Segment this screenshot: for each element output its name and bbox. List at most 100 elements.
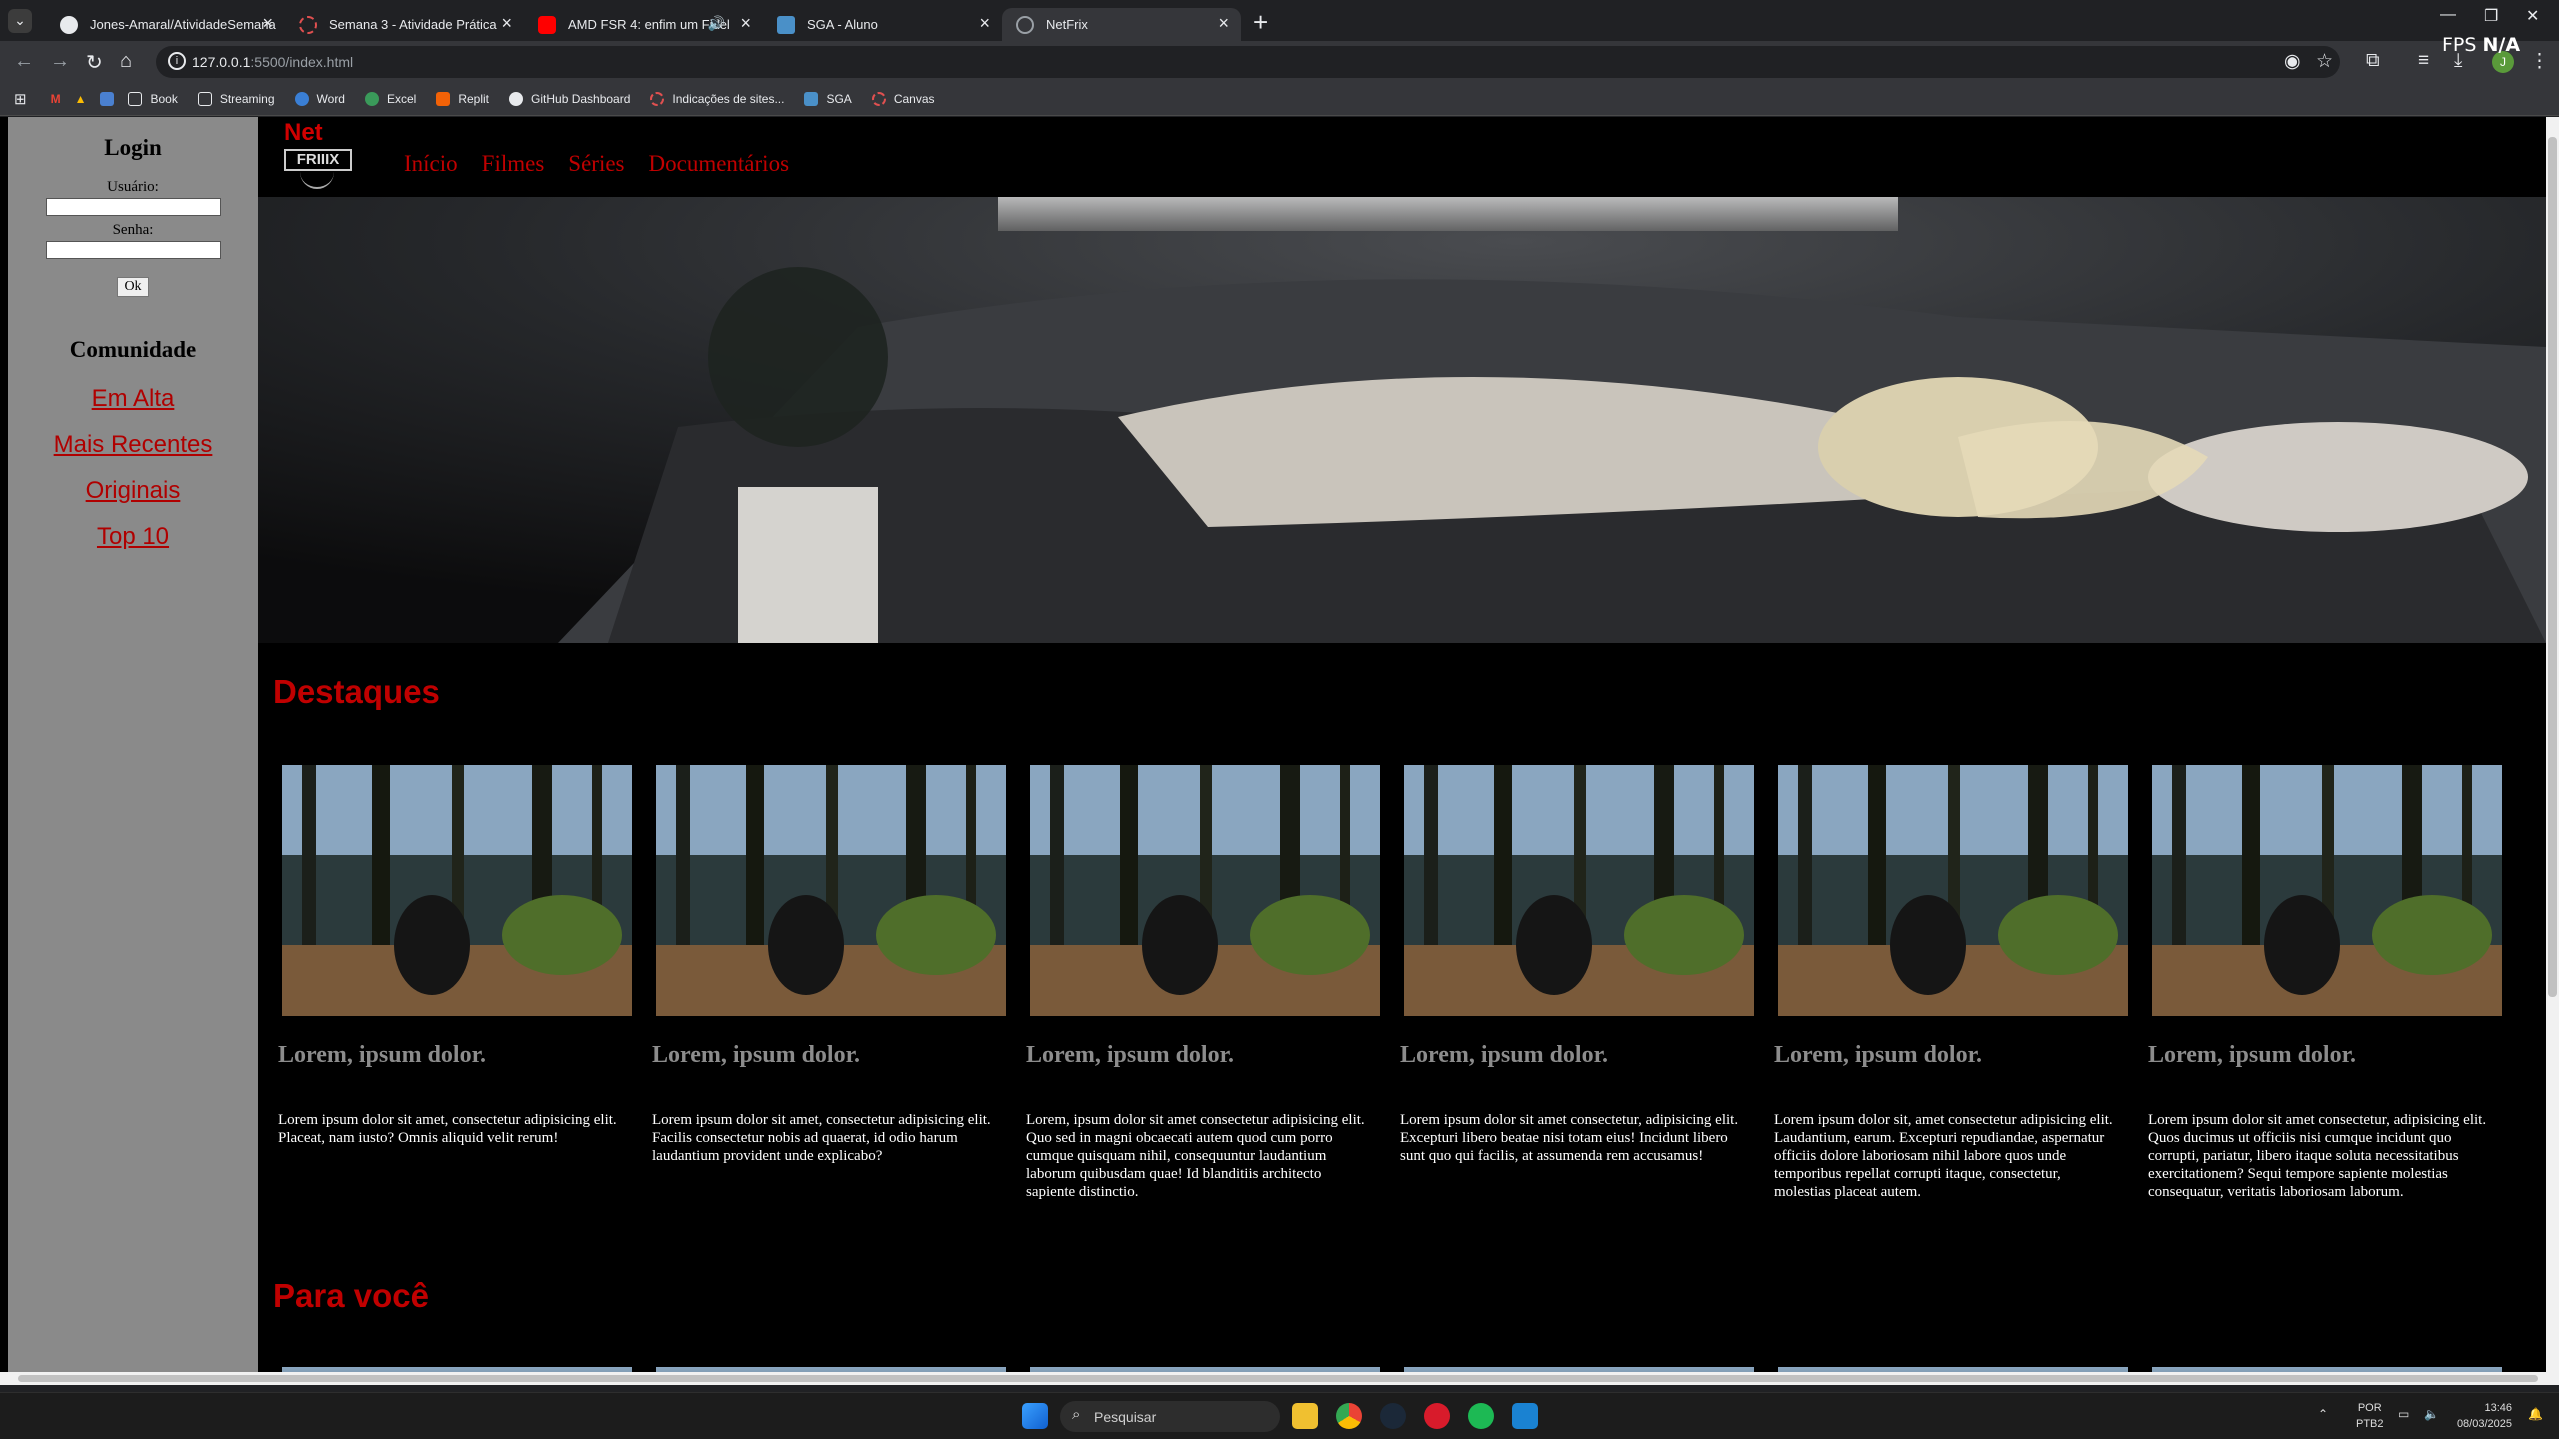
movie-card[interactable]: Lorem, ipsum dolor. Lorem ipsum dolor si… — [2148, 765, 2502, 1201]
movie-thumbnail[interactable] — [2152, 765, 2502, 1016]
community-link-em-alta[interactable]: Em Alta — [8, 385, 258, 413]
login-ok-button[interactable]: Ok — [117, 277, 149, 297]
bookmark-label: Excel — [386, 92, 417, 106]
bookmark-excel[interactable]: Excel — [364, 92, 417, 106]
community-link-top-10[interactable]: Top 10 — [8, 523, 258, 551]
close-window-icon[interactable]: ✕ — [2526, 6, 2539, 26]
movie-thumbnail[interactable] — [1778, 765, 2128, 1016]
community-link-mais-recentes[interactable]: Mais Recentes — [8, 431, 258, 459]
horizontal-scrollbar[interactable] — [0, 1372, 2559, 1385]
bookmark-github[interactable]: GitHub Dashboard — [509, 92, 630, 106]
site-info-icon[interactable]: i — [168, 52, 186, 70]
close-tab-icon[interactable]: × — [979, 13, 990, 34]
folder-icon — [128, 92, 143, 106]
nav-filmes[interactable]: Filmes — [482, 151, 545, 177]
taskbar-search[interactable]: ⌕ Pesquisar — [1060, 1401, 1280, 1432]
movie-thumbnail[interactable] — [282, 765, 632, 1016]
movie-card[interactable]: Lorem, ipsum dolor. Lorem ipsum dolor si… — [278, 765, 632, 1201]
minimize-icon[interactable]: — — [2440, 6, 2456, 24]
community-link-originais[interactable]: Originais — [8, 477, 258, 505]
nav-documentarios[interactable]: Documentários — [649, 151, 790, 177]
reload-icon[interactable]: ↻ — [86, 50, 103, 75]
media-icon[interactable]: ≡ — [2418, 50, 2429, 72]
nav-series[interactable]: Séries — [568, 151, 624, 177]
movie-card[interactable]: Lorem, ipsum dolor. Lorem ipsum dolor si… — [1774, 765, 2128, 1201]
extensions-icon[interactable]: ⧉ — [2366, 50, 2380, 72]
card-title: Lorem, ipsum dolor. — [1774, 1042, 1983, 1068]
new-tab-button[interactable]: + — [1253, 7, 1268, 38]
tab-search-button[interactable]: ⌄ — [8, 8, 32, 33]
browser-tab[interactable]: SGA - Aluno × — [763, 8, 1002, 41]
steam-icon[interactable] — [1380, 1403, 1406, 1429]
sga-icon — [777, 16, 795, 34]
address-path: :5500/index.html — [250, 54, 354, 70]
nav-inicio[interactable]: Início — [404, 151, 458, 177]
bookmark-streaming[interactable]: Streaming — [197, 92, 275, 106]
close-tab-icon[interactable]: × — [262, 13, 273, 34]
close-tab-icon[interactable]: × — [740, 13, 751, 34]
browser-tab[interactable]: Semana 3 - Atividade Prática × — [285, 8, 524, 41]
menu-icon[interactable]: ⋮ — [2530, 50, 2549, 73]
close-tab-icon[interactable]: × — [501, 13, 512, 34]
section-title-destaques: Destaques — [273, 673, 440, 710]
speaker-icon[interactable]: 🔊 — [708, 15, 725, 32]
file-explorer-icon[interactable] — [1292, 1403, 1318, 1429]
chevron-up-icon[interactable]: ⌃ — [2318, 1407, 2328, 1421]
app-red-icon[interactable] — [1424, 1403, 1450, 1429]
movie-thumbnail[interactable] — [1404, 765, 1754, 1016]
loading-icon — [299, 16, 317, 34]
bookmark-star-icon[interactable]: ☆ — [2316, 50, 2333, 73]
fps-overlay: FPS N/A — [2442, 34, 2520, 56]
network-icon[interactable]: ▭ — [2398, 1407, 2409, 1421]
vertical-scrollbar[interactable] — [2546, 117, 2559, 1372]
spotify-icon[interactable] — [1468, 1403, 1494, 1429]
restore-icon[interactable]: ❐ — [2484, 6, 2498, 26]
windows-start-icon[interactable] — [1022, 1403, 1048, 1429]
clock-time: 13:46 — [2484, 1402, 2512, 1414]
volume-icon[interactable]: 🔈 — [2424, 1407, 2439, 1421]
browser-tab[interactable]: Jones-Amaral/AtividadeSemana × — [46, 8, 285, 41]
gmail-icon[interactable]: M — [51, 92, 61, 106]
bookmark-replit[interactable]: Replit — [436, 92, 489, 106]
back-icon[interactable]: ← — [14, 50, 34, 73]
bookmark-word[interactable]: Word — [294, 92, 345, 106]
apps-icon[interactable]: ⊞ — [14, 90, 27, 108]
home-icon[interactable]: ⌂ — [120, 50, 132, 73]
photos-icon[interactable] — [100, 92, 115, 106]
username-input[interactable] — [45, 198, 221, 216]
forward-icon[interactable]: → — [50, 50, 70, 73]
taskbar-search-placeholder: Pesquisar — [1094, 1408, 1157, 1425]
notification-icon[interactable]: 🔔 — [2528, 1407, 2543, 1421]
bookmark-sga[interactable]: SGA — [804, 92, 852, 106]
scrollbar-thumb[interactable] — [2548, 137, 2557, 997]
clock[interactable]: 13:46 08/03/2025 — [2452, 1400, 2512, 1432]
search-icon: ⌕ — [1072, 1406, 1081, 1423]
scrollbar-thumb[interactable] — [18, 1375, 2538, 1382]
movie-card[interactable]: Lorem, ipsum dolor. Lorem ipsum dolor si… — [1400, 765, 1754, 1201]
movie-thumbnail[interactable] — [656, 765, 1006, 1016]
tab-title: AMD FSR 4: enfim um Fidel — [568, 17, 730, 32]
eye-icon[interactable]: ◉ — [2284, 50, 2301, 73]
password-input[interactable] — [45, 241, 221, 259]
drive-icon[interactable]: ▲ — [75, 92, 87, 106]
browser-tab-active[interactable]: NetFrix × — [1002, 8, 1241, 41]
movie-card[interactable]: Lorem, ipsum dolor. Lorem ipsum dolor si… — [652, 765, 1006, 1201]
bookmark-indicacoes[interactable]: Indicações de sites... — [650, 92, 784, 106]
bookmark-book[interactable]: Book — [128, 92, 178, 106]
language-indicator[interactable]: POR PTB2 — [2356, 1400, 2384, 1432]
bookmark-canvas[interactable]: Canvas — [871, 92, 935, 106]
address-bar[interactable]: i 127.0.0.1:5500/index.html — [156, 46, 2340, 78]
movie-card[interactable]: Lorem, ipsum dolor. Lorem, ipsum dolor s… — [1026, 765, 1380, 1201]
netfrix-logo[interactable]: Net FRIIIX — [284, 119, 354, 191]
logo-frix-text: FRIIIX — [284, 149, 352, 171]
close-tab-icon[interactable]: × — [1218, 13, 1229, 34]
movie-thumbnail[interactable] — [1030, 765, 1380, 1016]
folder-icon — [197, 92, 212, 106]
chrome-icon[interactable] — [1336, 1403, 1362, 1429]
bookmark-label: Book — [150, 92, 178, 106]
excel-icon — [364, 92, 379, 106]
vscode-icon[interactable] — [1512, 1403, 1538, 1429]
lang-bottom: PTB2 — [2356, 1418, 2384, 1430]
section-title-para-voce: Para você — [273, 1277, 429, 1314]
browser-tab[interactable]: AMD FSR 4: enfim um Fidel 🔊 × — [524, 8, 763, 41]
